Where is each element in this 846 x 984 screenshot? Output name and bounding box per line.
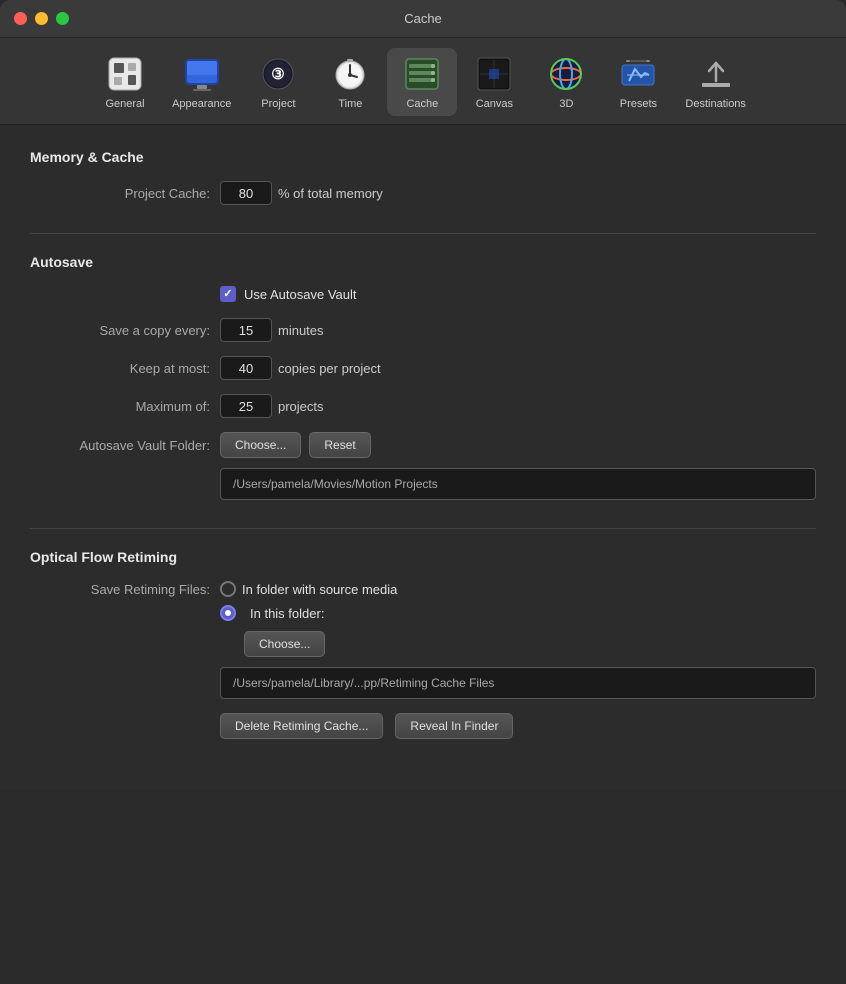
project-icon: ③ <box>258 54 298 94</box>
save-copy-input[interactable] <box>220 318 272 342</box>
radio-this-folder[interactable] <box>220 605 236 621</box>
divider-2 <box>30 528 816 529</box>
svg-text:③: ③ <box>272 66 285 83</box>
3d-icon <box>546 54 586 94</box>
memory-cache-section: Memory & Cache Project Cache: % of total… <box>30 149 816 205</box>
toolbar-item-cache[interactable]: Cache <box>387 48 457 116</box>
autosave-vault-label: Use Autosave Vault <box>244 287 357 302</box>
toolbar-item-canvas[interactable]: Canvas <box>459 48 529 116</box>
vault-buttons: Choose... Reset <box>220 432 371 458</box>
option-source-label: In folder with source media <box>242 582 397 597</box>
cache-icon <box>402 54 442 94</box>
optical-choose-button[interactable]: Choose... <box>244 631 325 657</box>
maximum-of-label: Maximum of: <box>30 399 210 414</box>
autosave-choose-button[interactable]: Choose... <box>220 432 301 458</box>
vault-path-row: /Users/pamela/Movies/Motion Projects <box>30 468 816 500</box>
delete-retiming-button[interactable]: Delete Retiming Cache... <box>220 713 383 739</box>
toolbar-item-destinations[interactable]: Destinations <box>675 48 756 116</box>
cache-label: Cache <box>406 98 438 110</box>
3d-label: 3D <box>559 98 573 110</box>
project-cache-label: Project Cache: <box>30 186 210 201</box>
memory-cache-header: Memory & Cache <box>30 149 816 165</box>
option-folder-label: In this folder: <box>250 606 324 621</box>
toolbar-item-3d[interactable]: 3D <box>531 48 601 116</box>
presets-label: Presets <box>620 98 657 110</box>
save-copy-suffix: minutes <box>278 323 324 338</box>
retiming-path: /Users/pamela/Library/...pp/Retiming Cac… <box>220 667 816 699</box>
radio-folder-row: In this folder: <box>30 605 816 621</box>
project-cache-row: Project Cache: % of total memory <box>30 181 816 205</box>
appearance-label: Appearance <box>172 98 231 110</box>
toolbar-item-presets[interactable]: Presets <box>603 48 673 116</box>
radio-source-media[interactable] <box>220 581 236 597</box>
reveal-in-finder-button[interactable]: Reveal In Finder <box>395 713 513 739</box>
optical-flow-section: Optical Flow Retiming Save Retiming File… <box>30 549 816 739</box>
keep-at-most-suffix: copies per project <box>278 361 381 376</box>
time-icon <box>330 54 370 94</box>
toolbar-item-time[interactable]: Time <box>315 48 385 116</box>
main-content: Memory & Cache Project Cache: % of total… <box>0 125 846 791</box>
autosave-header: Autosave <box>30 254 816 270</box>
canvas-icon <box>474 54 514 94</box>
destinations-label: Destinations <box>685 98 746 110</box>
time-label: Time <box>338 98 362 110</box>
vault-folder-label: Autosave Vault Folder: <box>30 438 210 453</box>
maximum-of-suffix: projects <box>278 399 324 414</box>
keep-at-most-input[interactable] <box>220 356 272 380</box>
toolbar: General Appearance ③ Project <box>0 38 846 125</box>
autosave-reset-button[interactable]: Reset <box>309 432 370 458</box>
minimize-button[interactable] <box>35 12 48 25</box>
save-retiming-row: Save Retiming Files: In folder with sour… <box>30 581 816 597</box>
maximize-button[interactable] <box>56 12 69 25</box>
destinations-icon <box>696 54 736 94</box>
project-cache-input[interactable] <box>220 181 272 205</box>
window-controls <box>14 12 69 25</box>
save-retiming-label: Save Retiming Files: <box>30 582 210 597</box>
retiming-path-row: /Users/pamela/Library/...pp/Retiming Cac… <box>30 667 816 699</box>
save-copy-row: Save a copy every: minutes <box>30 318 816 342</box>
appearance-icon <box>182 54 222 94</box>
keep-at-most-row: Keep at most: copies per project <box>30 356 816 380</box>
canvas-label: Canvas <box>476 98 513 110</box>
maximum-of-input[interactable] <box>220 394 272 418</box>
project-cache-suffix: % of total memory <box>278 186 383 201</box>
general-label: General <box>105 98 144 110</box>
autosave-vault-row: ✓ Use Autosave Vault <box>30 286 816 302</box>
use-autosave-checkbox[interactable]: ✓ <box>220 286 236 302</box>
toolbar-item-project[interactable]: ③ Project <box>243 48 313 116</box>
general-icon <box>105 54 145 94</box>
toolbar-item-general[interactable]: General <box>90 48 160 116</box>
action-row: Delete Retiming Cache... Reveal In Finde… <box>30 713 816 739</box>
save-copy-label: Save a copy every: <box>30 323 210 338</box>
maximum-of-row: Maximum of: projects <box>30 394 816 418</box>
project-label: Project <box>261 98 295 110</box>
title-bar: Cache <box>0 0 846 38</box>
toolbar-item-appearance[interactable]: Appearance <box>162 48 241 116</box>
check-mark-icon: ✓ <box>223 289 232 300</box>
close-button[interactable] <box>14 12 27 25</box>
optical-choose-row: Choose... <box>30 631 816 657</box>
presets-icon <box>618 54 658 94</box>
vault-path: /Users/pamela/Movies/Motion Projects <box>220 468 816 500</box>
autosave-section: Autosave ✓ Use Autosave Vault Save a cop… <box>30 254 816 500</box>
divider-1 <box>30 233 816 234</box>
vault-folder-row: Autosave Vault Folder: Choose... Reset <box>30 432 816 458</box>
keep-at-most-label: Keep at most: <box>30 361 210 376</box>
optical-flow-header: Optical Flow Retiming <box>30 549 816 565</box>
window-title: Cache <box>404 11 442 26</box>
